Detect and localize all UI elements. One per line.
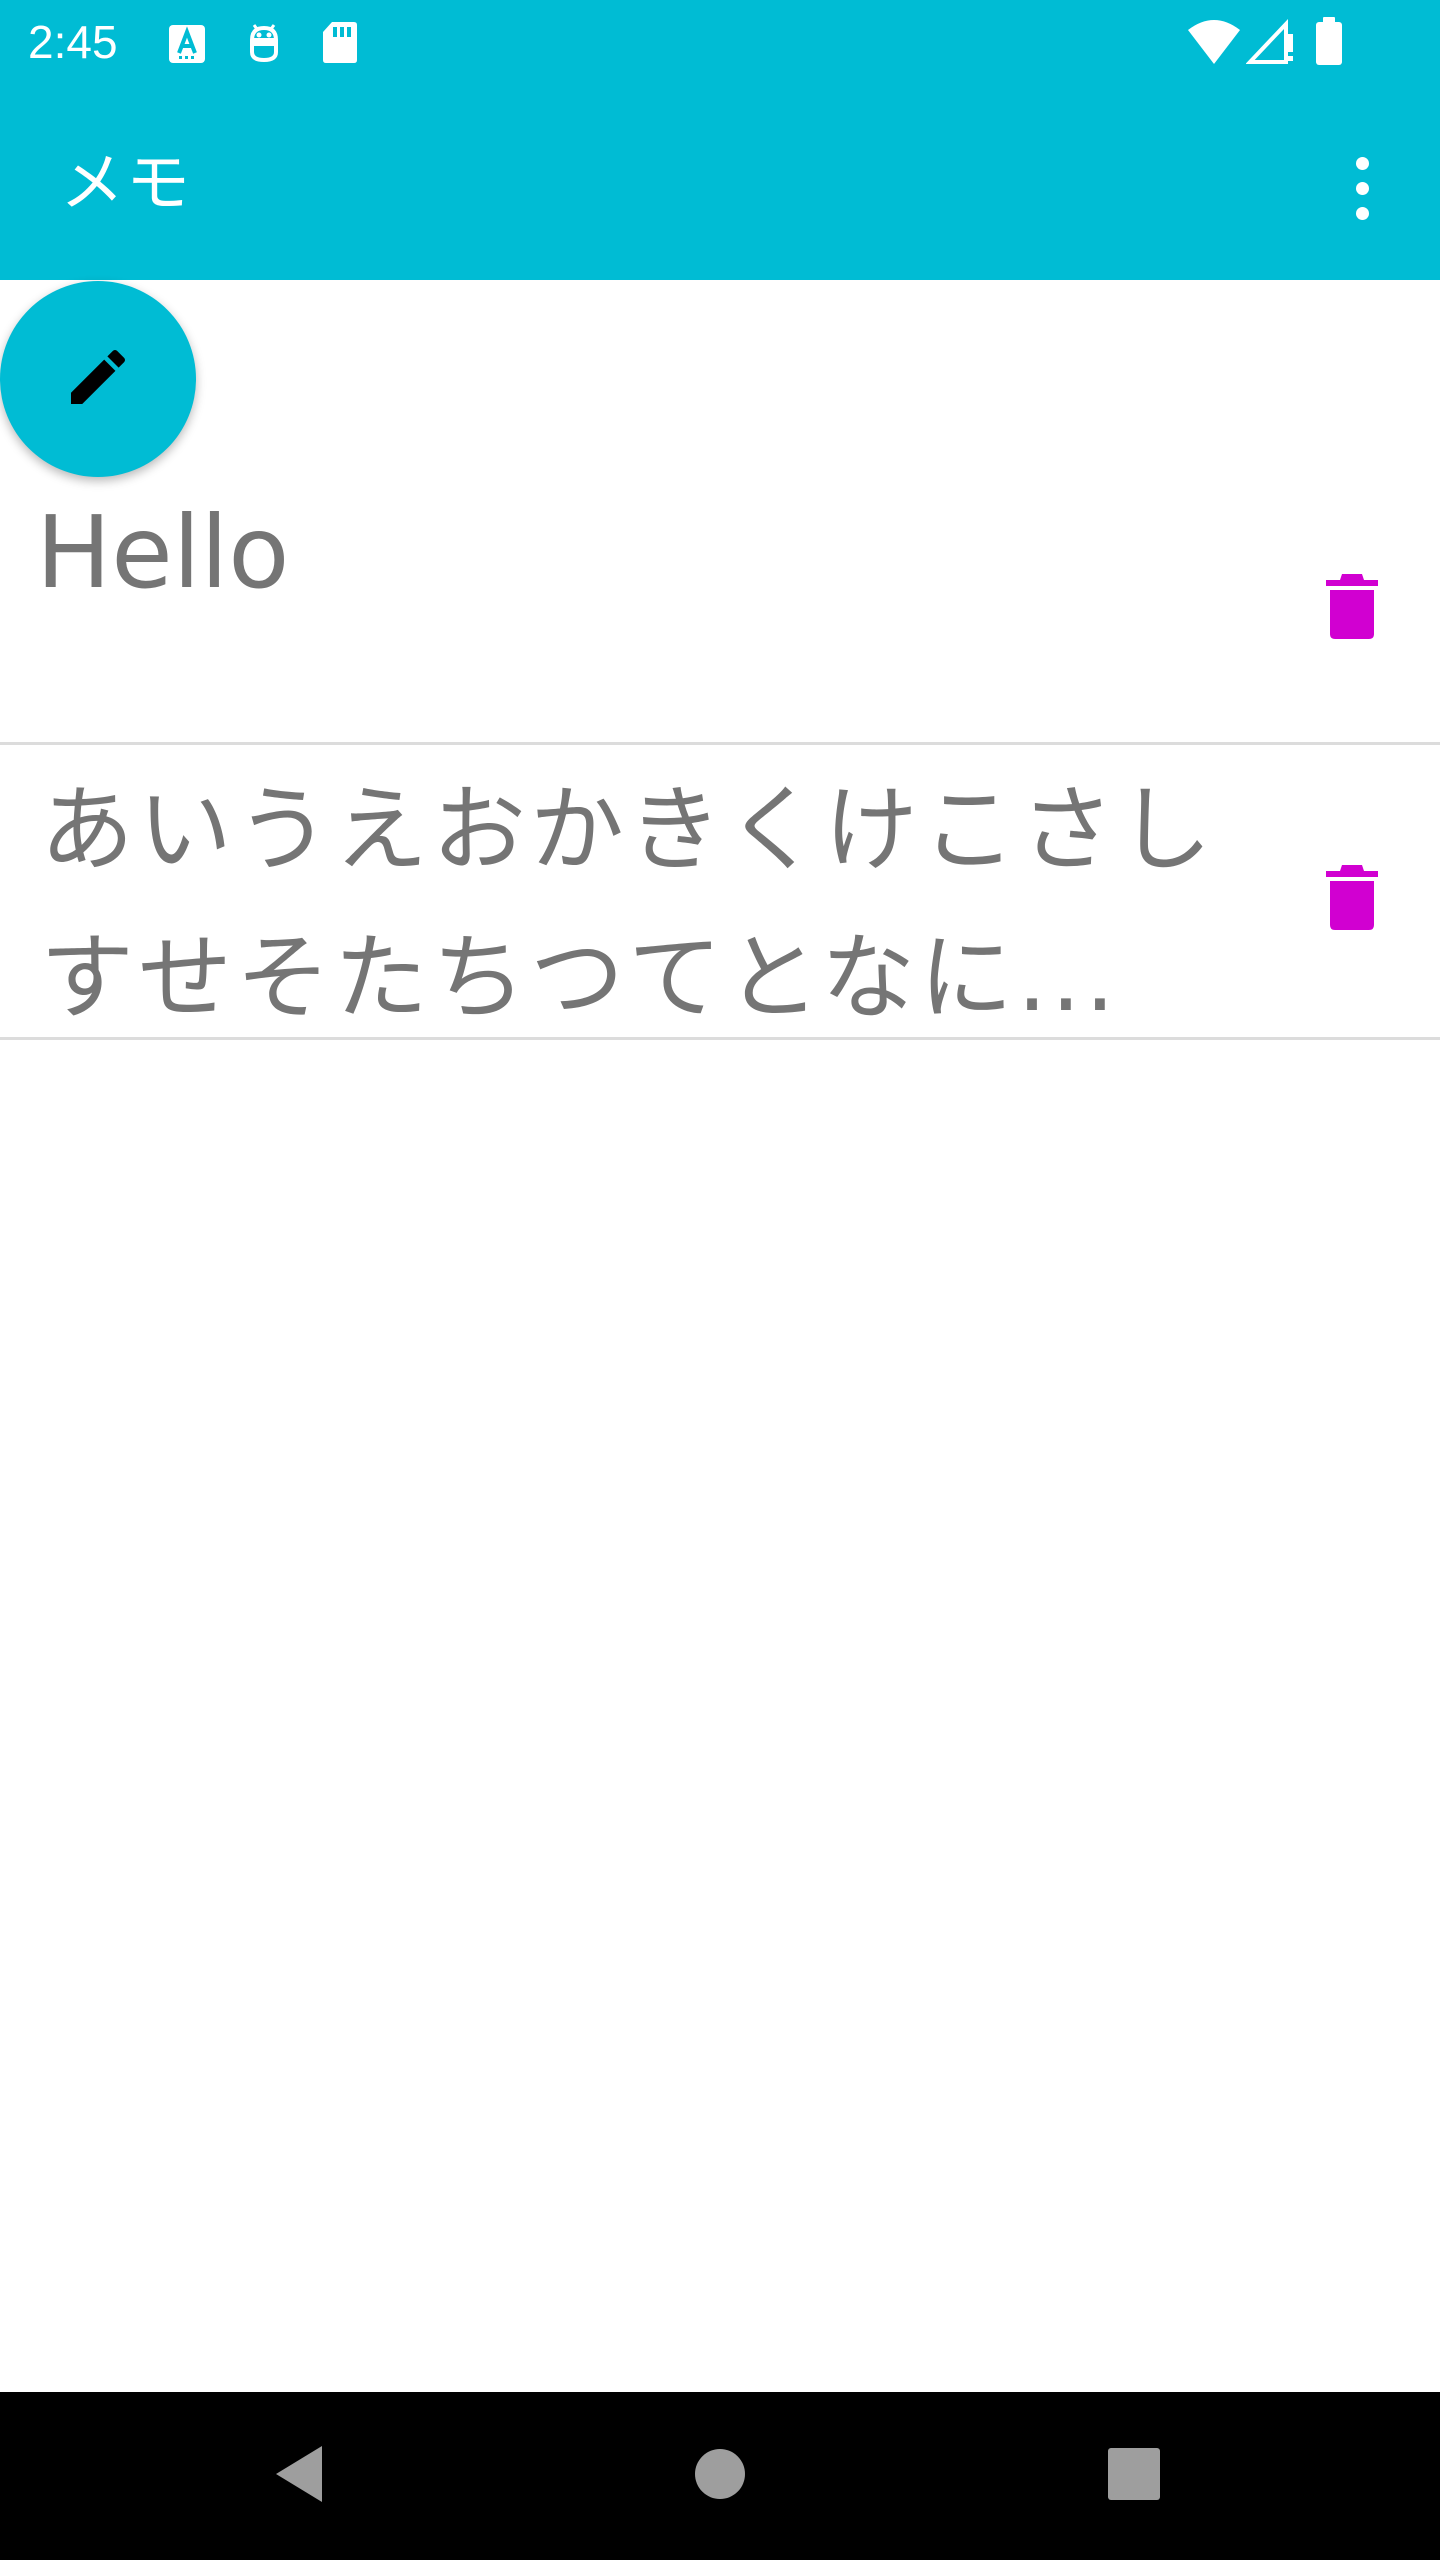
wifi-icon xyxy=(1186,18,1242,70)
new-memo-button[interactable] xyxy=(0,281,196,477)
recents-icon xyxy=(1106,2446,1162,2506)
home-icon xyxy=(693,2447,747,2505)
home-button[interactable] xyxy=(670,2426,770,2526)
status-bar: 2:45 xyxy=(0,0,1440,84)
battery-icon xyxy=(1314,16,1344,70)
back-button[interactable] xyxy=(250,2426,350,2526)
back-icon xyxy=(270,2442,330,2510)
status-time: 2:45 xyxy=(28,16,118,68)
recents-button[interactable] xyxy=(1084,2426,1184,2526)
trash-icon xyxy=(1324,572,1380,644)
memo-text: Hello xyxy=(36,494,290,611)
signal-icon xyxy=(1245,18,1294,70)
navigation-bar xyxy=(0,2392,1440,2560)
app-bar: メモ xyxy=(0,84,1440,280)
more-vert-icon-dot xyxy=(1355,206,1369,220)
more-vert-icon xyxy=(1355,156,1369,170)
keyboard-a-icon xyxy=(168,24,206,68)
pencil-icon xyxy=(62,341,134,417)
sd-card-icon xyxy=(322,20,358,68)
list-item[interactable]: Hello xyxy=(0,280,1440,745)
delete-button[interactable] xyxy=(1304,560,1400,656)
overflow-menu-button[interactable] xyxy=(1326,140,1398,236)
memo-text: あいうえおかきくけこさしすせそたちつてとなに... xyxy=(40,776,1217,1033)
delete-button[interactable] xyxy=(1304,851,1400,947)
more-vert-icon-dot xyxy=(1355,181,1369,195)
android-icon xyxy=(244,22,284,70)
trash-icon xyxy=(1324,863,1380,935)
list-item[interactable]: あいうえおかきくけこさしすせそたちつてとなに... xyxy=(0,745,1440,1040)
app-title: メモ xyxy=(60,147,192,221)
